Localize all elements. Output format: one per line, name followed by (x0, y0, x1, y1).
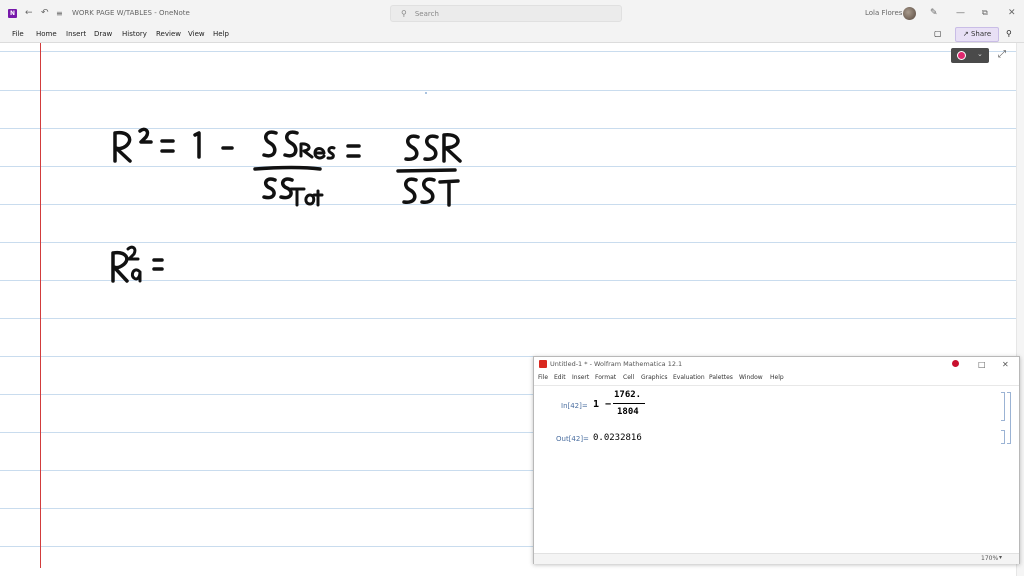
ink-equals-1 (160, 139, 175, 153)
share-button[interactable]: ↗ Share (955, 27, 999, 42)
ink-sup-2 (138, 127, 153, 144)
mathematica-title-bar: Untitled-1 * - Wolfram Mathematica 12.1 … (534, 357, 1019, 372)
ink-sup-2-adjusted (126, 245, 140, 261)
zoom-level[interactable]: 170% (981, 555, 998, 562)
mma-menu-help[interactable]: Help (770, 372, 784, 384)
ink-SS-denominator (262, 177, 294, 200)
restore-icon[interactable]: ⧉ (982, 0, 988, 26)
zoom-chevron-icon[interactable]: ▾ (999, 554, 1002, 561)
input-cell-label: In[42]= (561, 402, 588, 410)
mma-menu-evaluation[interactable]: Evaluation (673, 372, 705, 384)
output-cell-label: Out[42]= (556, 435, 589, 443)
user-name: Lola Flores (865, 9, 903, 17)
search-icon: ⚲ (401, 9, 407, 18)
onenote-app-icon: N (8, 8, 17, 18)
tab-view[interactable]: View (188, 26, 205, 42)
ink-R-adjusted (111, 250, 129, 283)
cursor-dot (425, 92, 427, 94)
group-cell-bracket[interactable] (1007, 392, 1011, 444)
mma-menu-cell[interactable]: Cell (623, 372, 634, 384)
input-fraction-bar (613, 403, 645, 404)
tab-help[interactable]: Help (213, 26, 229, 42)
mathematica-window[interactable]: Untitled-1 * - Wolfram Mathematica 12.1 … (533, 356, 1020, 564)
ink-fraction-bar-1 (253, 165, 322, 171)
title-bar: N ← ↶ ≡ WORK PAGE W/TABLES - OneNote ⚲ S… (0, 0, 1024, 27)
feedback-icon[interactable]: ⚲ (1006, 26, 1012, 42)
tab-file[interactable]: File (12, 26, 24, 42)
mma-menu-file[interactable]: File (538, 372, 548, 384)
mathematica-close-icon[interactable]: ✕ (1002, 357, 1009, 372)
avatar[interactable] (903, 0, 916, 26)
ink-SSR (404, 133, 462, 163)
ink-SS-numerator (262, 130, 299, 158)
pen-color-picker[interactable]: ⌄ (951, 48, 989, 63)
mma-menu-palettes[interactable]: Palettes (709, 372, 733, 384)
back-icon[interactable]: ← (25, 0, 33, 26)
ink-Tot (289, 187, 324, 207)
ink-one (193, 131, 201, 159)
mathematica-notebook[interactable]: In[42]= 1 − 1762. 1804 Out[42]= 0.023281… (534, 385, 1019, 554)
tab-history[interactable]: History (122, 26, 147, 42)
ink-equals-3 (152, 258, 164, 271)
chevron-down-icon: ⌄ (977, 50, 983, 58)
mma-menu-insert[interactable]: Insert (572, 372, 589, 384)
input-cell-bracket[interactable] (1001, 392, 1005, 421)
search-input[interactable]: ⚲ Search (390, 5, 622, 22)
share-icon: ↗ (962, 30, 969, 38)
ink-SST (402, 177, 460, 207)
ink-sub-a (130, 268, 142, 283)
expand-icon[interactable]: ⤢ (998, 49, 1006, 60)
input-denominator: 1804 (617, 407, 639, 417)
notification-icon[interactable] (952, 360, 959, 367)
mathematica-menu-bar: File Edit Insert Format Cell Graphics Ev… (534, 372, 1019, 384)
close-icon[interactable]: ✕ (1008, 0, 1016, 26)
mma-menu-format[interactable]: Format (595, 372, 616, 384)
notebook-icon[interactable]: ▢ (934, 26, 942, 42)
undo-icon[interactable]: ↶ (41, 0, 49, 26)
mathematica-restore-icon[interactable]: □ (978, 357, 986, 372)
mma-menu-edit[interactable]: Edit (554, 372, 566, 384)
mathematica-status-bar: 170% ▾ (534, 553, 1019, 564)
output-value[interactable]: 0.0232816 (593, 433, 642, 443)
tab-insert[interactable]: Insert (66, 26, 86, 42)
mma-menu-graphics[interactable]: Graphics (641, 372, 668, 384)
tab-draw[interactable]: Draw (94, 26, 112, 42)
input-numerator: 1762. (614, 390, 642, 400)
pen-icon[interactable]: ✎ (930, 0, 938, 26)
ink-fraction-bar-2 (396, 168, 457, 173)
document-title: WORK PAGE W/TABLES - OneNote (72, 9, 190, 17)
mathematica-window-title: Untitled-1 * - Wolfram Mathematica 12.1 (550, 360, 683, 368)
tab-home[interactable]: Home (36, 26, 57, 42)
input-prefix: 1 − (593, 399, 612, 410)
tab-review[interactable]: Review (156, 26, 181, 42)
mma-menu-window[interactable]: Window (739, 372, 763, 384)
output-cell-bracket[interactable] (1001, 430, 1005, 444)
ink-Res (299, 142, 336, 160)
minimize-icon[interactable]: — (956, 0, 965, 26)
mathematica-logo-icon (539, 360, 547, 368)
ink-equals-2 (346, 144, 361, 158)
quick-access-menu-icon[interactable]: ≡ (56, 0, 63, 26)
ribbon-tabs: File Home Insert Draw History Review Vie… (0, 26, 1024, 43)
ink-R (113, 130, 132, 163)
pen-color-swatch (957, 51, 966, 60)
